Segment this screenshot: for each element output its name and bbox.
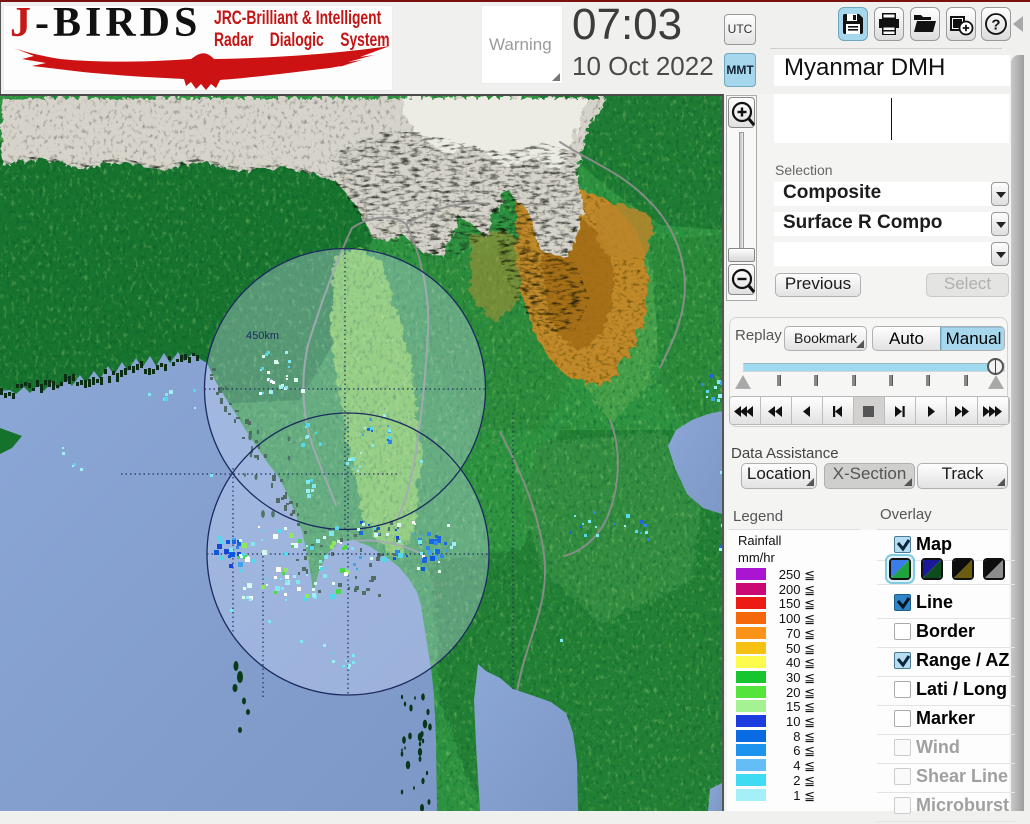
svg-text:?: ? [991, 17, 1000, 34]
svg-text:450km: 450km [246, 330, 279, 342]
